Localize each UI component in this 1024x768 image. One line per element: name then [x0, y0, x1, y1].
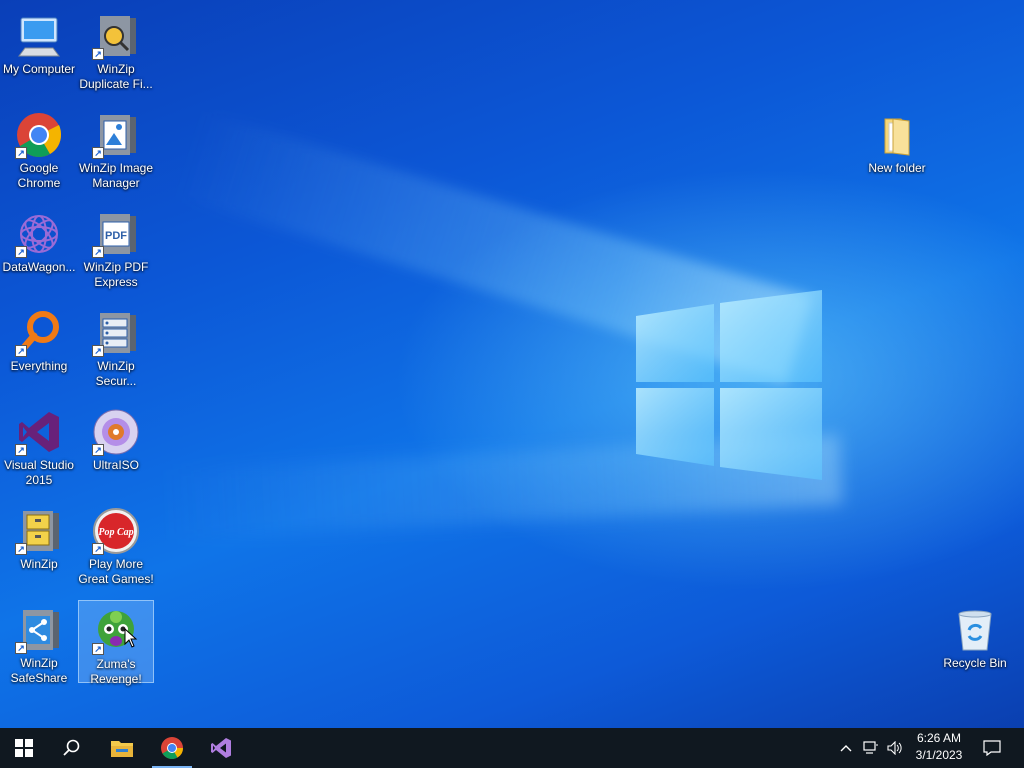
- desktop-icon-winzip-safeshare[interactable]: ↗ WinZip SafeShare: [1, 600, 77, 686]
- clock-time: 6:26 AM: [916, 731, 962, 745]
- shortcut-arrow-icon: ↗: [15, 543, 27, 555]
- desktop-icon-winzip[interactable]: ↗ WinZip: [1, 501, 77, 572]
- action-center-button[interactable]: [978, 728, 1006, 768]
- pdf-badge-text: PDF: [105, 230, 127, 242]
- network-tray-button[interactable]: [860, 728, 882, 768]
- shortcut-arrow-icon: ↗: [15, 642, 27, 654]
- winzip-icon: ↗: [15, 507, 63, 555]
- shortcut-arrow-icon: ↗: [92, 246, 104, 258]
- desktop-icon-winzip-secure[interactable]: ↗ WinZip Secur...: [78, 303, 154, 389]
- windows-logo-wallpaper: [636, 290, 822, 480]
- shortcut-arrow-icon: ↗: [15, 246, 27, 258]
- icon-label: WinZip: [20, 557, 58, 571]
- winzip-secure-icon: ↗: [92, 309, 140, 357]
- shortcut-arrow-icon: ↗: [15, 147, 27, 159]
- shortcut-arrow-icon: ↗: [92, 444, 104, 456]
- shortcut-arrow-icon: ↗: [92, 345, 104, 357]
- search-button[interactable]: [48, 728, 96, 768]
- chrome-icon: [161, 737, 183, 759]
- mouse-cursor-icon: [124, 628, 138, 648]
- desktop-icon-everything[interactable]: ↗ Everything: [1, 303, 77, 374]
- taskbar-visual-studio[interactable]: [197, 728, 245, 768]
- icon-label: Recycle Bin: [943, 656, 1007, 670]
- desktop-icon-winzip-image-manager[interactable]: ↗ WinZip Image Manager: [78, 105, 154, 191]
- desktop-icon-ultraiso[interactable]: ↗ UltraISO: [78, 402, 154, 473]
- popcap-icon: Pop Cap ↗: [92, 507, 140, 555]
- icon-label: WinZip Image Manager: [78, 161, 154, 190]
- icon-label: New folder: [868, 161, 926, 175]
- chrome-icon: ↗: [15, 111, 63, 159]
- icon-label: Zuma's Revenge!: [90, 657, 142, 686]
- visual-studio-icon: [211, 738, 231, 758]
- winzip-pdf-icon: PDF ↗: [92, 210, 140, 258]
- chevron-up-icon: [840, 745, 852, 752]
- shortcut-arrow-icon: ↗: [92, 147, 104, 159]
- taskbar-file-explorer[interactable]: [98, 728, 146, 768]
- icon-label: Visual Studio 2015: [4, 458, 74, 487]
- desktop-icon-visual-studio-2015[interactable]: ↗ Visual Studio 2015: [1, 402, 77, 488]
- shortcut-arrow-icon: ↗: [92, 643, 104, 655]
- start-icon: [15, 739, 33, 757]
- show-hidden-icons-button[interactable]: [836, 728, 856, 768]
- shortcut-arrow-icon: ↗: [15, 345, 27, 357]
- icon-label: Google Chrome: [17, 161, 61, 190]
- desktop-icon-zumas-revenge[interactable]: ↗ Zuma's Revenge!: [78, 600, 154, 686]
- start-button[interactable]: [0, 728, 48, 768]
- computer-icon: [15, 12, 63, 60]
- visual-studio-icon: ↗: [15, 408, 63, 456]
- desktop-icon-google-chrome[interactable]: ↗ Google Chrome: [1, 105, 77, 191]
- icon-label: Everything: [10, 359, 68, 373]
- icon-label: WinZip Duplicate Fi...: [79, 62, 153, 91]
- icon-label: My Computer: [2, 62, 76, 76]
- volume-icon: [887, 741, 902, 755]
- taskbar: 6:26 AM 3/1/2023: [0, 728, 1024, 768]
- taskbar-google-chrome[interactable]: [148, 728, 196, 768]
- action-center-icon: [983, 740, 1001, 756]
- network-icon: [863, 741, 878, 754]
- desktop-icon-recycle-bin[interactable]: Recycle Bin: [937, 600, 1013, 671]
- winzip-image-icon: ↗: [92, 111, 140, 159]
- desktop-icon-new-folder[interactable]: New folder: [859, 105, 935, 176]
- volume-tray-button[interactable]: [884, 728, 906, 768]
- winzip-duplicate-icon: ↗: [92, 12, 140, 60]
- shortcut-arrow-icon: ↗: [15, 444, 27, 456]
- recycle-bin-icon: [951, 606, 999, 654]
- icon-label: UltraISO: [92, 458, 139, 472]
- clock-date: 3/1/2023: [915, 748, 963, 762]
- ultraiso-disc-icon: ↗: [92, 408, 140, 456]
- popcap-badge-text: Pop Cap: [98, 527, 133, 538]
- everything-search-icon: ↗: [15, 309, 63, 357]
- icon-label: DataWagon...: [2, 260, 76, 274]
- icon-label: WinZip SafeShare: [10, 656, 68, 685]
- datawagon-icon: ↗: [15, 210, 63, 258]
- taskbar-clock[interactable]: 6:26 AM 3/1/2023: [905, 730, 973, 764]
- icon-label: WinZip Secur...: [95, 359, 137, 388]
- desktop-icon-datawagon[interactable]: ↗ DataWagon...: [1, 204, 77, 275]
- desktop-icon-my-computer[interactable]: My Computer: [1, 6, 77, 77]
- folder-icon: [873, 111, 921, 159]
- file-explorer-icon: [111, 741, 133, 757]
- shortcut-arrow-icon: ↗: [92, 543, 104, 555]
- icon-label: WinZip PDF Express: [83, 260, 149, 289]
- winzip-safeshare-icon: ↗: [15, 606, 63, 654]
- desktop-icon-winzip-pdf-express[interactable]: PDF ↗ WinZip PDF Express: [78, 204, 154, 290]
- shortcut-arrow-icon: ↗: [92, 48, 104, 60]
- icon-label: Play More Great Games!: [78, 557, 154, 586]
- search-icon: [63, 739, 80, 756]
- desktop-icon-play-more-great-games[interactable]: Pop Cap ↗ Play More Great Games!: [78, 501, 154, 587]
- desktop-icon-winzip-duplicate[interactable]: ↗ WinZip Duplicate Fi...: [78, 6, 154, 92]
